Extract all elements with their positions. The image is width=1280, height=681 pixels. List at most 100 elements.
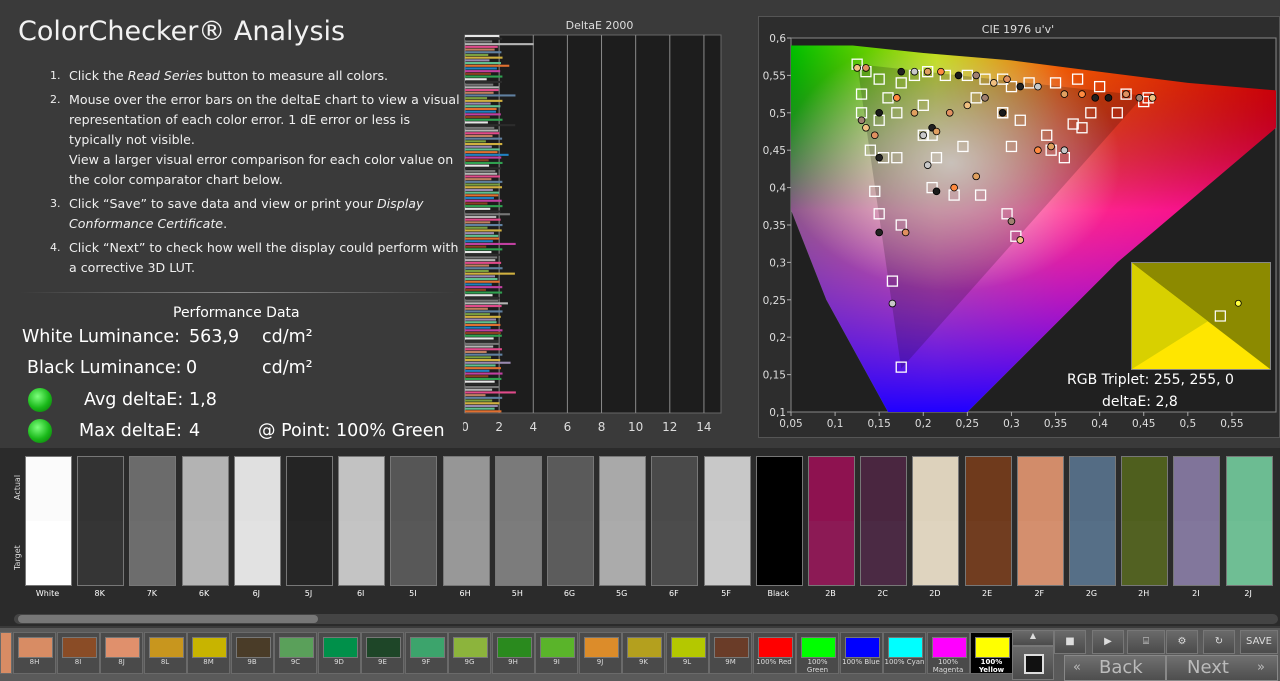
read-series-button[interactable]: ⌸ — [1127, 630, 1165, 654]
deltae-bar[interactable] — [465, 313, 490, 316]
cie-sample-point[interactable] — [888, 299, 897, 308]
deltae-bar[interactable] — [465, 80, 502, 83]
deltae-bar[interactable] — [465, 207, 491, 210]
cie-sample-point[interactable] — [1060, 146, 1069, 155]
cie-sample-point[interactable] — [910, 67, 919, 76]
color-swatch[interactable] — [1016, 456, 1064, 586]
color-swatch[interactable] — [964, 456, 1012, 586]
color-chip[interactable]: 100% Red — [752, 632, 796, 674]
deltae-bar[interactable] — [465, 310, 503, 313]
deltae-bar[interactable] — [465, 126, 495, 129]
deltae-bar[interactable] — [465, 388, 493, 391]
deltae-bar[interactable] — [465, 43, 534, 46]
deltae-bar[interactable] — [465, 197, 494, 200]
deltae-bar[interactable] — [465, 350, 487, 353]
cie-sample-point[interactable] — [1078, 90, 1086, 98]
deltae-bar[interactable] — [465, 170, 496, 173]
deltae-bar[interactable] — [465, 102, 491, 105]
back-button[interactable]: « Back — [1064, 655, 1166, 681]
deltae-bar[interactable] — [465, 253, 500, 256]
deltae-bar[interactable] — [465, 67, 497, 70]
color-chip[interactable]: 100% Yellow — [970, 632, 1013, 674]
deltae-bar[interactable] — [465, 137, 503, 140]
cie-sample-point[interactable] — [945, 109, 954, 117]
deltae-bar[interactable] — [465, 143, 503, 146]
deltae-bar[interactable] — [465, 229, 502, 232]
deltae-bar[interactable] — [465, 286, 503, 289]
cie-sample-point[interactable] — [1091, 94, 1100, 102]
deltae-bar[interactable] — [465, 321, 497, 324]
cie-sample-point[interactable] — [901, 228, 910, 237]
deltae-bar[interactable] — [465, 302, 508, 305]
deltae-bar[interactable] — [465, 305, 502, 308]
deltae-bar[interactable] — [465, 97, 488, 100]
cie-sample-point[interactable] — [1034, 146, 1042, 155]
stop-button[interactable] — [1012, 646, 1054, 680]
deltae-bar[interactable] — [465, 105, 501, 108]
deltae-bar[interactable] — [465, 156, 502, 159]
deltae-bar[interactable] — [465, 167, 502, 170]
cie-sample-point[interactable] — [972, 172, 980, 181]
deltae-bar[interactable] — [465, 259, 496, 262]
color-swatch[interactable] — [599, 456, 647, 586]
color-chip[interactable]: 8L — [143, 632, 187, 674]
deltae-bar[interactable] — [465, 37, 503, 40]
deltae-bar[interactable] — [465, 113, 501, 116]
color-chip[interactable]: 9I — [535, 632, 578, 674]
cie-sample-point[interactable] — [875, 109, 883, 117]
cie-sample-point[interactable] — [875, 153, 883, 162]
deltae-bar[interactable] — [465, 375, 489, 378]
deltae-bar[interactable] — [465, 164, 490, 167]
deltae-bar[interactable] — [465, 121, 488, 124]
deltae-bar[interactable] — [465, 205, 503, 208]
deltae-bar[interactable] — [465, 369, 490, 372]
deltae-bar[interactable] — [465, 332, 501, 335]
deltae-bar[interactable] — [465, 140, 486, 143]
deltae-bar[interactable] — [465, 194, 499, 197]
color-swatch[interactable] — [181, 456, 229, 586]
stop-read-button[interactable]: ■ — [1054, 630, 1086, 654]
color-chip[interactable]: 100% Blue — [839, 632, 883, 674]
cie-sample-point[interactable] — [870, 131, 879, 140]
settings-button[interactable]: ⚙ — [1166, 630, 1198, 654]
deltae-bar[interactable] — [465, 377, 502, 380]
deltae-bar[interactable] — [465, 334, 502, 337]
color-chip[interactable]: 9F — [404, 632, 448, 674]
deltae-bar[interactable] — [465, 283, 492, 286]
deltae-bar[interactable] — [465, 345, 494, 348]
deltae-bar[interactable] — [465, 53, 489, 56]
color-chip[interactable]: 9K — [622, 632, 665, 674]
deltae-bar[interactable] — [465, 178, 492, 181]
deltae-bar[interactable] — [465, 291, 503, 294]
color-swatch[interactable] — [129, 456, 177, 586]
deltae-bar[interactable] — [465, 326, 491, 329]
deltae-bar[interactable] — [465, 62, 501, 65]
cie-sample-point[interactable] — [932, 127, 941, 136]
deltae-bar[interactable] — [465, 129, 499, 132]
color-swatch[interactable] — [1069, 456, 1116, 586]
cie-sample-point[interactable] — [1104, 94, 1113, 102]
deltae-bar[interactable] — [465, 107, 497, 110]
cie-sample-point[interactable] — [857, 116, 866, 125]
play-button[interactable]: ▶ — [1092, 630, 1124, 654]
deltae-bar[interactable] — [465, 188, 493, 191]
color-swatch[interactable] — [755, 456, 803, 586]
deltae-bar[interactable] — [465, 272, 515, 275]
deltae-bar[interactable] — [465, 261, 502, 264]
deltae-bar[interactable] — [465, 361, 511, 364]
color-swatch[interactable] — [808, 456, 855, 586]
deltae-bar[interactable] — [465, 35, 500, 38]
deltae-bar[interactable] — [465, 340, 499, 343]
deltae-bar[interactable] — [465, 280, 500, 283]
deltae-bar[interactable] — [465, 269, 489, 272]
deltae-bar[interactable] — [465, 383, 498, 386]
color-chip[interactable]: 8M — [187, 632, 230, 674]
color-chip[interactable]: 9D — [317, 632, 361, 674]
color-swatch[interactable] — [77, 456, 125, 586]
color-chip[interactable]: 9H — [491, 632, 535, 674]
deltae-bar[interactable] — [465, 399, 493, 402]
deltae-bar[interactable] — [465, 380, 495, 383]
cie-sample-point[interactable] — [923, 161, 932, 169]
save-button[interactable]: SAVE — [1240, 630, 1278, 654]
deltae-bar[interactable] — [465, 48, 495, 51]
